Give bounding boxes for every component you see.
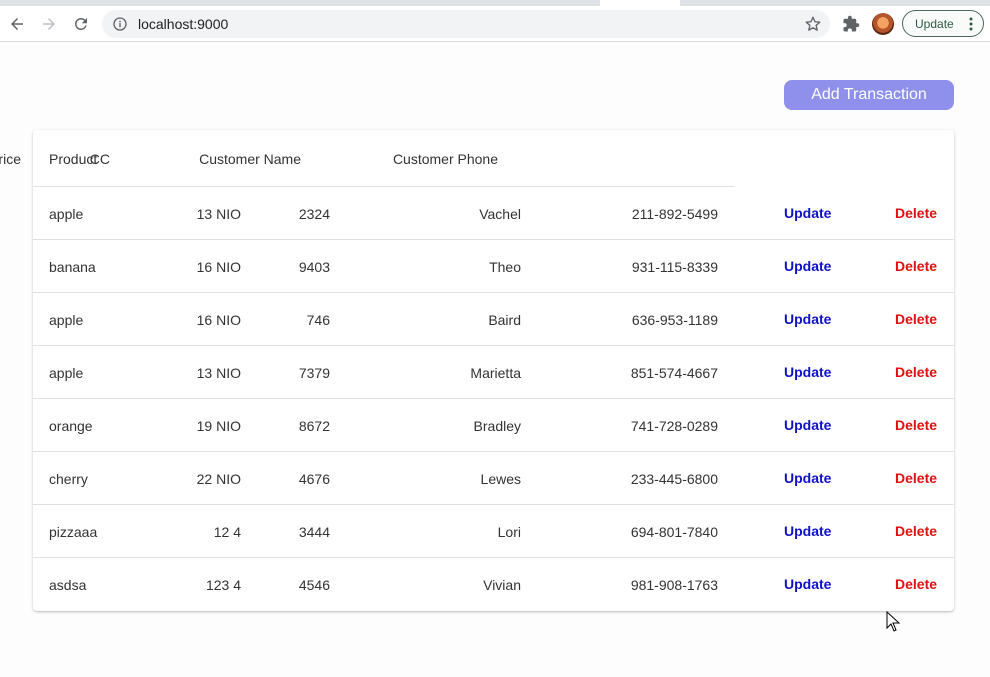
cell-customer-name: Vivian [483, 577, 521, 593]
cell-customer-phone: 694-801-7840 [630, 524, 718, 540]
header-price: Price [0, 151, 21, 167]
header-customer-phone: Customer Phone [392, 151, 498, 167]
cell-customer-phone: 211-892-5499 [631, 206, 718, 222]
delete-row-button[interactable]: Delete [895, 417, 937, 433]
cell-cc: 7379 [298, 365, 330, 381]
update-row-button[interactable]: Update [784, 523, 831, 539]
cell-price: 22 NIO [196, 471, 241, 487]
update-row-button[interactable]: Update [784, 258, 831, 274]
update-row-button[interactable]: Update [784, 311, 831, 327]
cell-customer-name: Baird [488, 312, 521, 328]
browser-update-label: Update [915, 17, 954, 31]
forward-button[interactable] [36, 11, 62, 37]
cell-product: apple [49, 206, 84, 222]
cell-customer-name: Lori [497, 524, 521, 540]
cell-cc: 9403 [298, 259, 330, 275]
extensions-icon[interactable] [842, 15, 860, 33]
delete-row-button[interactable]: Delete [895, 364, 937, 380]
cell-customer-phone: 931-115-8339 [631, 259, 718, 275]
table-row: apple 13 NIO 7379 Marietta 851-574-4667 Updat… [33, 346, 954, 399]
cell-cc: 2324 [298, 206, 330, 222]
profile-avatar[interactable] [872, 13, 894, 35]
table-row: apple 16 NIO 746 Baird 636-953-1189 Update Del… [33, 293, 954, 346]
cell-price: 13 NIO [196, 206, 241, 222]
browser-toolbar: localhost:9000 Update [0, 6, 990, 42]
update-row-button[interactable]: Update [784, 417, 831, 433]
info-icon[interactable] [112, 16, 128, 32]
cell-price: 16 NIO [196, 312, 241, 328]
back-button[interactable] [4, 11, 30, 37]
table-row: cherry 22 NIO 4676 Lewes 233-445-6800 Update D… [33, 452, 954, 505]
delete-row-button[interactable]: Delete [895, 205, 937, 221]
arrow-left-icon [11, 18, 23, 30]
cell-cc: 3444 [298, 524, 330, 540]
cell-customer-name: Lewes [480, 471, 521, 487]
cell-customer-phone: 851-574-4667 [630, 365, 718, 381]
cell-product: asdsa [49, 577, 87, 593]
cell-customer-name: Theo [489, 259, 521, 275]
update-row-button[interactable]: Update [784, 470, 831, 486]
cell-cc: 8672 [298, 418, 330, 434]
table-row: asdsa 123 4 4546 Vivian 981-908-1763 Update De… [33, 558, 954, 611]
cell-product: apple [49, 312, 84, 328]
table-header: Product Price CC Customer Name Customer … [0, 130, 734, 187]
cell-product: cherry [49, 471, 88, 487]
table-row: orange 19 NIO 8672 Bradley 741-728-0289 Updat… [33, 399, 954, 452]
cell-customer-phone: 233-445-6800 [630, 471, 718, 487]
cell-customer-phone: 636-953-1189 [631, 312, 718, 328]
cell-product: banana [49, 259, 96, 275]
header-cc: CC [89, 151, 110, 167]
delete-row-button[interactable]: Delete [895, 311, 937, 327]
cell-customer-name: Bradley [473, 418, 521, 434]
cell-cc: 746 [306, 312, 330, 328]
bookmark-star-icon[interactable] [804, 15, 822, 33]
mouse-cursor-icon [886, 611, 900, 632]
update-row-button[interactable]: Update [784, 576, 831, 592]
update-row-button[interactable]: Update [784, 364, 831, 380]
delete-row-button[interactable]: Delete [895, 576, 937, 592]
cell-cc: 4676 [298, 471, 330, 487]
cell-customer-name: Marietta [470, 365, 521, 381]
delete-row-button[interactable]: Delete [895, 470, 937, 486]
reload-button[interactable] [68, 11, 94, 37]
reload-icon [74, 17, 87, 30]
cell-price: 123 4 [205, 577, 241, 593]
cell-price: 19 NIO [196, 418, 241, 434]
cell-product: apple [49, 365, 84, 381]
cell-price: 12 4 [213, 524, 241, 540]
cell-customer-phone: 981-908-1763 [630, 577, 718, 593]
update-row-button[interactable]: Update [784, 205, 831, 221]
address-bar[interactable]: localhost:9000 [102, 10, 830, 38]
cell-product: orange [49, 418, 93, 434]
cell-customer-name: Vachel [479, 206, 521, 222]
cell-price: 13 NIO [196, 365, 241, 381]
add-transaction-button[interactable]: Add Transaction [784, 80, 954, 110]
table-row: banana 16 NIO 9403 Theo 931-115-8339 Update De… [33, 240, 954, 293]
header-customer-name: Customer Name [199, 151, 301, 167]
table-row: pizzaaa 12 4 3444 Lori 694-801-7840 Update Del… [33, 505, 954, 558]
transactions-table: Product Price CC Customer Name Customer … [0, 130, 954, 611]
more-menu-icon[interactable] [969, 17, 973, 31]
arrow-right-icon [43, 18, 55, 30]
delete-row-button[interactable]: Delete [895, 258, 937, 274]
browser-update-button[interactable]: Update [902, 10, 984, 37]
cell-price: 16 NIO [196, 259, 241, 275]
cell-product: pizzaaa [49, 524, 98, 540]
cell-customer-phone: 741-728-0289 [630, 418, 718, 434]
table-row: apple 13 NIO 2324 Vachel 211-892-5499 Update D… [33, 187, 954, 240]
url-text[interactable]: localhost:9000 [138, 16, 228, 32]
delete-row-button[interactable]: Delete [895, 523, 937, 539]
cell-cc: 4546 [298, 577, 330, 593]
